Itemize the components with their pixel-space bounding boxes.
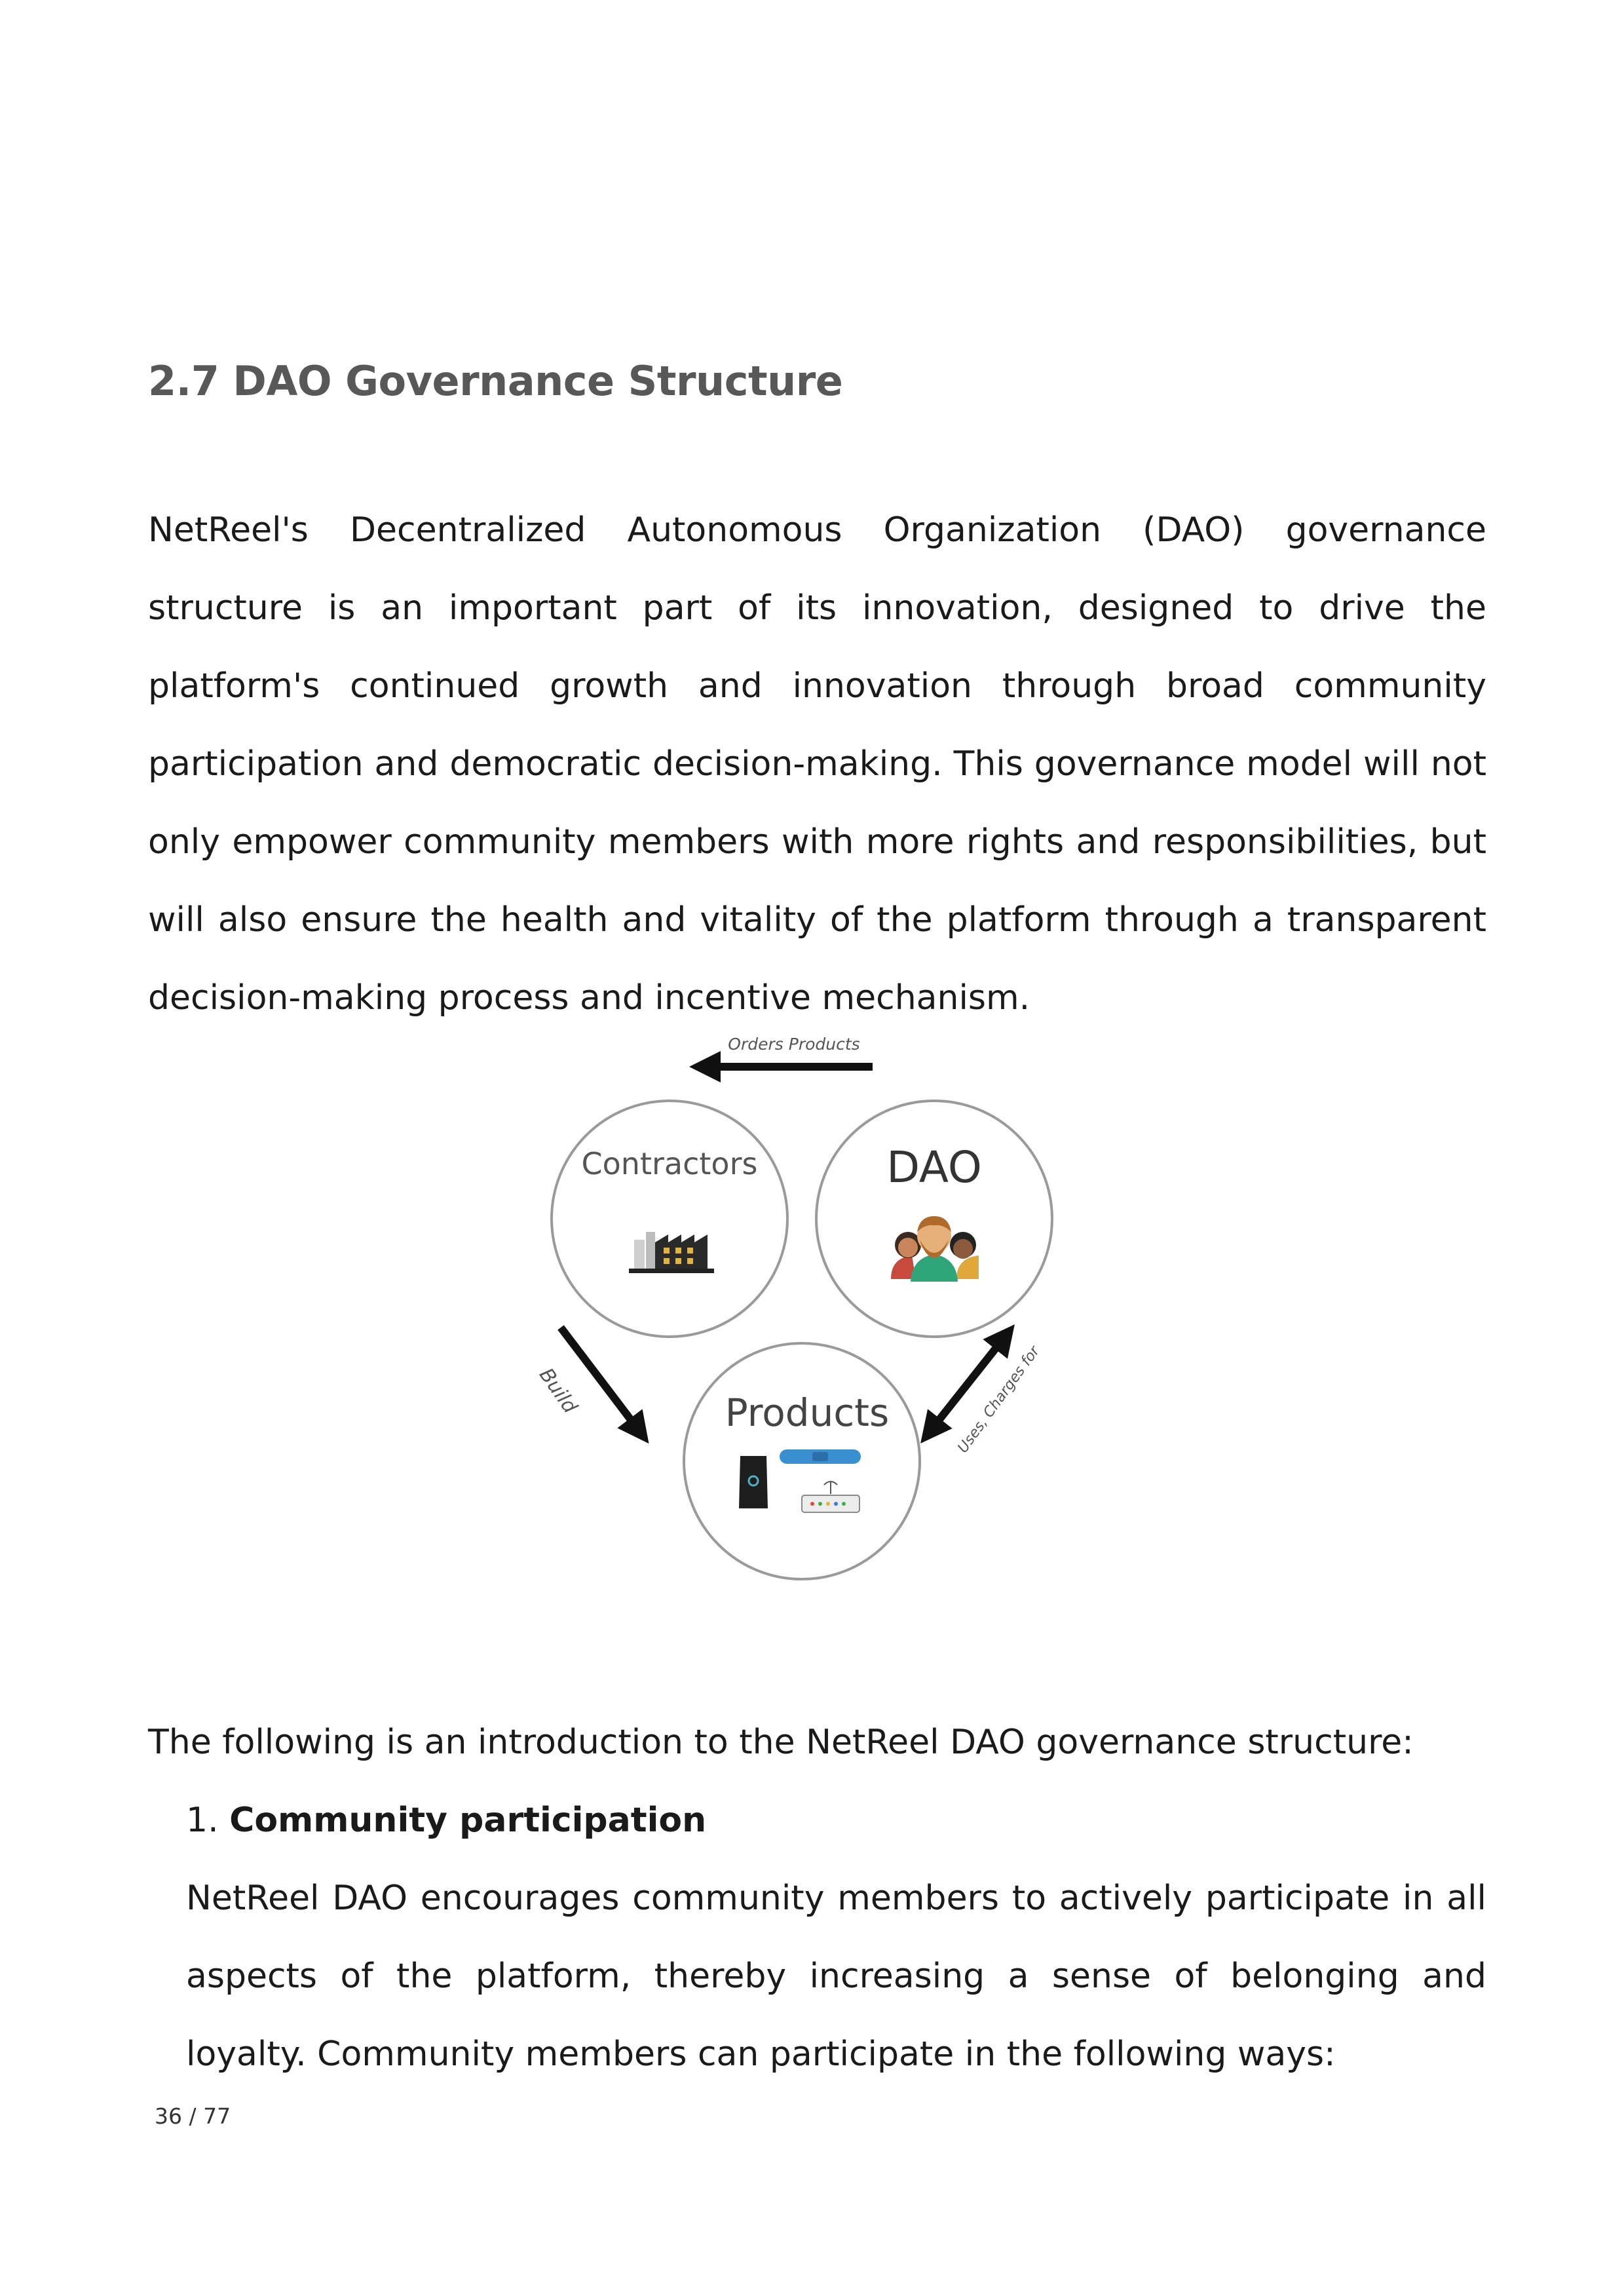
products-label: Products bbox=[725, 1390, 889, 1435]
contractors-label: Contractors bbox=[582, 1146, 758, 1181]
list-item-paragraph: NetReel DAO encourages community members… bbox=[186, 1879, 1486, 2074]
list-item-title: Community participation bbox=[229, 1801, 707, 1840]
uses-charges-label: Uses, Charges for bbox=[954, 1343, 1044, 1457]
wristband-icon bbox=[780, 1449, 861, 1464]
structure-intro: The following is an introduction to the … bbox=[148, 1723, 1414, 1762]
section-title: 2.7 DAO Governance Structure bbox=[148, 357, 843, 405]
page-number: 36 / 77 bbox=[155, 2103, 231, 2129]
build-label: Build bbox=[535, 1364, 582, 1419]
intro-paragraph: NetReel's Decentralized Autonomous Organ… bbox=[148, 510, 1486, 1018]
build-arrow bbox=[557, 1325, 649, 1444]
contractors-node bbox=[550, 1100, 789, 1338]
dao-label: DAO bbox=[886, 1142, 982, 1193]
device-icon bbox=[739, 1456, 768, 1508]
dao-governance-diagram: Contractors DAO Products Orders Products… bbox=[524, 1035, 1087, 1612]
orders-products-label: Orders Products bbox=[728, 1035, 859, 1054]
list-item-heading: 1. Community participation bbox=[186, 1782, 706, 1860]
list-item-number: 1. bbox=[186, 1801, 219, 1840]
